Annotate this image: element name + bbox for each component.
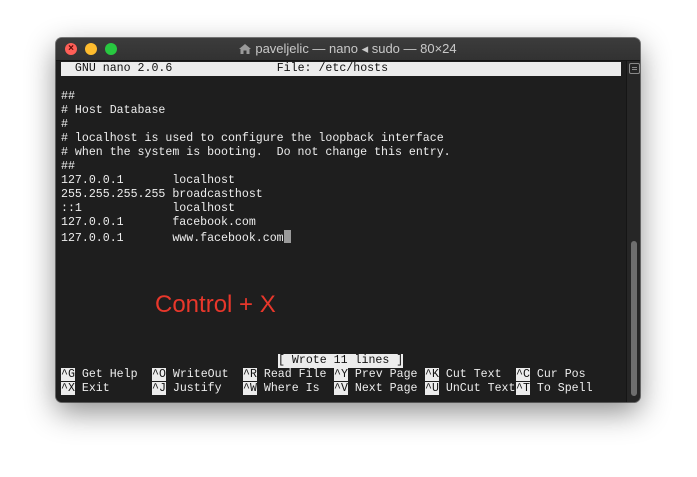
file-line: # Host Database (61, 104, 166, 117)
split-pane-icon[interactable] (629, 63, 640, 74)
file-line: # when the system is booting. Do not cha… (61, 146, 451, 159)
shortcut-label: To Spell (536, 382, 593, 395)
file-line: # (61, 118, 68, 131)
shortcut-label: Cut Text (445, 368, 502, 381)
shortcut-key: ^V (334, 382, 348, 395)
file-line-last: 127.0.0.1 www.facebook.com (61, 230, 291, 245)
window-title-container: paveljelic — nano ◂ sudo — 80×24 (56, 38, 640, 60)
shortcut-writeout[interactable]: ^O WriteOut (152, 368, 229, 382)
shortcut-label: WriteOut (172, 368, 229, 381)
shortcut-key: ^C (516, 368, 530, 381)
file-line: # localhost is used to configure the loo… (61, 132, 444, 145)
file-line: ## (61, 90, 75, 103)
shortcut-key: ^T (516, 382, 530, 395)
shortcut-prev-page[interactable]: ^Y Prev Page (334, 368, 418, 382)
shortcut-key: ^O (152, 368, 166, 381)
title-bar[interactable]: × paveljelic — nano ◂ sudo — 80×24 (56, 38, 640, 61)
shortcut-label: Get Help (81, 368, 138, 381)
file-line: 127.0.0.1 facebook.com (61, 216, 256, 229)
shortcut-get-help[interactable]: ^G Get Help (61, 368, 138, 382)
shortcut-key: ^W (243, 382, 257, 395)
shortcut-next-page[interactable]: ^V Next Page (334, 382, 418, 396)
file-line-text: 127.0.0.1 www.facebook.com (61, 232, 284, 245)
shortcut-label: Prev Page (354, 368, 418, 381)
file-line: 127.0.0.1 localhost (61, 174, 235, 187)
shortcut-where-is[interactable]: ^W Where Is (243, 382, 320, 396)
shortcut-key: ^J (152, 382, 166, 395)
shortcut-key: ^Y (334, 368, 348, 381)
vertical-scrollbar[interactable] (626, 61, 640, 402)
shortcut-key: ^U (425, 382, 439, 395)
shortcut-key: ^X (61, 382, 75, 395)
shortcut-key: ^G (61, 368, 75, 381)
shortcut-label: Read File (263, 368, 327, 381)
house-icon (239, 44, 252, 54)
nano-version: GNU nano 2.0.6 (74, 62, 173, 75)
shortcut-label: Where Is (263, 382, 320, 395)
nano-header: GNU nano 2.0.6 File: /etc/hosts (61, 62, 621, 76)
nano-filename: File: /etc/hosts (276, 62, 389, 75)
terminal-content[interactable]: GNU nano 2.0.6 File: /etc/hosts ## # Hos… (56, 61, 626, 402)
scroll-thumb[interactable] (631, 241, 637, 396)
shortcut-cut-text[interactable]: ^K Cut Text (425, 368, 502, 382)
shortcut-label: UnCut Text (445, 382, 516, 395)
shortcut-read-file[interactable]: ^R Read File (243, 368, 327, 382)
shortcut-key: ^R (243, 368, 257, 381)
shortcut-uncut-text[interactable]: ^U UnCut Text (425, 382, 515, 396)
file-line: ::1 localhost (61, 202, 235, 215)
text-cursor (283, 230, 291, 243)
file-line: ## (61, 160, 75, 173)
status-message: [ Wrote 11 lines ] (278, 354, 404, 368)
annotation-label: Control + X (155, 291, 276, 318)
shortcut-exit[interactable]: ^X Exit (61, 382, 110, 396)
shortcut-label: Justify (172, 382, 222, 395)
shortcut-label: Cur Pos (536, 368, 586, 381)
shortcut-to-spell[interactable]: ^T To Spell (516, 382, 593, 396)
shortcut-label: Next Page (354, 382, 418, 395)
shortcut-key: ^K (425, 368, 439, 381)
shortcut-label: Exit (81, 382, 110, 395)
shortcut-justify[interactable]: ^J Justify (152, 382, 222, 396)
shortcut-cur-pos[interactable]: ^C Cur Pos (516, 368, 586, 382)
file-line: 255.255.255.255 broadcasthost (61, 188, 263, 201)
terminal-window: × paveljelic — nano ◂ sudo — 80×24 GNU n… (56, 38, 640, 402)
window-title: paveljelic — nano ◂ sudo — 80×24 (255, 41, 457, 56)
